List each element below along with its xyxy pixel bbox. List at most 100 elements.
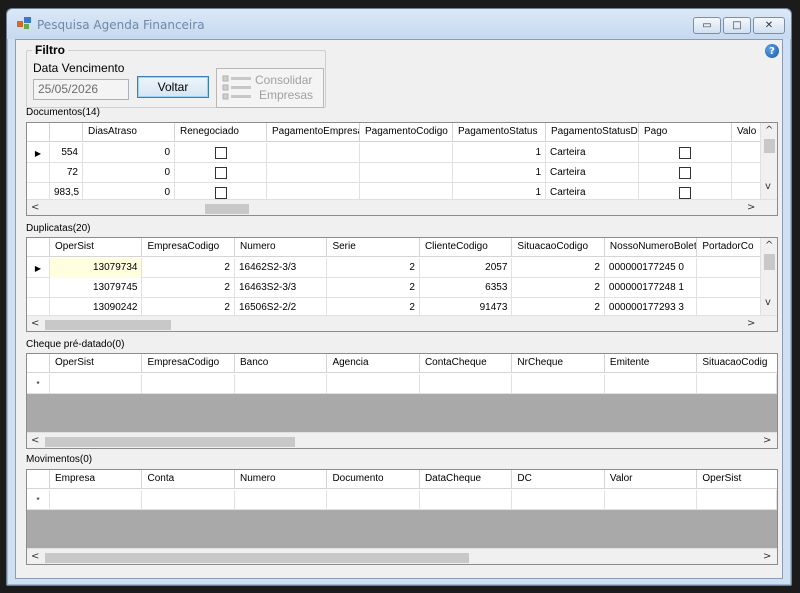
scroll-up-icon[interactable]: ^ [765, 125, 773, 136]
scroll-left-icon[interactable]: < [31, 318, 39, 329]
col-header[interactable]: Serie [327, 238, 420, 257]
cell[interactable]: 2 [512, 258, 605, 278]
col-header[interactable]: OperSist [697, 470, 777, 489]
col-header[interactable]: DC [512, 470, 605, 489]
cell[interactable]: 16463S2-3/3 [235, 278, 328, 298]
cell[interactable]: 0 [83, 163, 175, 183]
cell[interactable]: 000000177245 0 [605, 258, 698, 278]
scroll-thumb[interactable] [764, 139, 775, 153]
cell[interactable]: 1 [453, 163, 546, 183]
pago-checkbox[interactable] [639, 163, 732, 183]
table-row[interactable]: 72 0 1 Carteira [27, 163, 777, 183]
movimentos-grid[interactable]: Empresa Conta Numero Documento DataChequ… [26, 469, 778, 565]
table-row[interactable]: 13079745 2 16463S2-3/3 2 6353 2 00000017… [27, 278, 777, 298]
horizontal-scrollbar[interactable]: < > [27, 199, 777, 215]
cell[interactable]: 554 [50, 143, 83, 163]
documentos-grid[interactable]: DiasAtraso Renegociado PagamentoEmpresa … [26, 122, 778, 216]
col-header[interactable]: Numero [235, 238, 328, 257]
table-row[interactable]: ▶ 13079734 2 16462S2-3/3 2 2057 2 000000… [27, 258, 777, 278]
help-icon[interactable]: ? [765, 44, 779, 58]
vertical-scrollbar[interactable]: ^ v [760, 123, 777, 199]
scroll-left-icon[interactable]: < [31, 435, 39, 446]
minimize-button[interactable]: ▭ [693, 17, 721, 34]
cell[interactable]: Carteira [546, 143, 639, 163]
new-row[interactable]: * [27, 490, 777, 510]
scroll-thumb[interactable] [45, 320, 171, 330]
col-header[interactable]: PagamentoStatus [453, 123, 546, 142]
col-header[interactable]: PagamentoStatusD [546, 123, 639, 142]
col-header[interactable]: SituacaoCodig [697, 354, 777, 373]
date-vencimento-input[interactable]: 25/05/2026 [33, 79, 129, 100]
scroll-thumb[interactable] [205, 204, 249, 214]
scroll-right-icon[interactable]: > [763, 435, 771, 446]
cell[interactable]: 2 [327, 258, 420, 278]
col-header[interactable]: Emitente [605, 354, 698, 373]
duplicatas-grid[interactable]: OperSist EmpresaCodigo Numero Serie Clie… [26, 237, 778, 332]
cell[interactable]: 2 [512, 278, 605, 298]
col-header[interactable]: NrCheque [512, 354, 605, 373]
scroll-right-icon[interactable]: > [763, 551, 771, 562]
cell[interactable]: 1 [453, 143, 546, 163]
renegociado-checkbox[interactable] [175, 143, 267, 163]
cell[interactable]: 000000177248 1 [605, 278, 698, 298]
consolidar-label-2: Empresas [259, 88, 314, 102]
horizontal-scrollbar[interactable]: < > [27, 432, 777, 448]
horizontal-scrollbar[interactable]: < > [27, 315, 777, 331]
scroll-right-icon[interactable]: > [747, 318, 755, 329]
col-header[interactable]: SituacaoCodigo [512, 238, 605, 257]
col-header[interactable]: Numero [235, 470, 328, 489]
col-header[interactable]: OperSist [50, 354, 143, 373]
cell-selected[interactable]: 13079734 [50, 258, 143, 278]
scroll-right-icon[interactable]: > [747, 202, 755, 213]
vertical-scrollbar[interactable]: ^ v [760, 238, 777, 315]
col-header[interactable]: OperSist [50, 238, 143, 257]
scroll-thumb[interactable] [764, 254, 775, 270]
col-header[interactable]: DiasAtraso [83, 123, 175, 142]
consolidar-empresas-button[interactable]: Consolidar Empresas [216, 68, 324, 108]
table-row[interactable]: ▶ 554 0 1 Carteira [27, 143, 777, 163]
col-header[interactable]: EmpresaCodigo [142, 354, 235, 373]
close-button[interactable]: ✕ [753, 17, 785, 34]
new-row[interactable]: * [27, 374, 777, 394]
col-header[interactable]: Renegociado [175, 123, 267, 142]
col-header[interactable]: ClienteCodigo [420, 238, 513, 257]
cell[interactable]: 72 [50, 163, 83, 183]
scroll-left-icon[interactable]: < [31, 551, 39, 562]
client-area: Filtro Data Vencimento 25/05/2026 Voltar… [15, 39, 783, 579]
col-header[interactable]: EmpresaCodigo [142, 238, 235, 257]
renegociado-checkbox[interactable] [175, 163, 267, 183]
cell[interactable]: 16462S2-3/3 [235, 258, 328, 278]
col-header[interactable]: Pago [639, 123, 732, 142]
cell[interactable]: 13079745 [50, 278, 143, 298]
col-header[interactable]: Agencia [327, 354, 420, 373]
col-header[interactable]: Documento [327, 470, 420, 489]
cell[interactable]: 0 [83, 143, 175, 163]
cheque-grid[interactable]: OperSist EmpresaCodigo Banco Agencia Con… [26, 353, 778, 449]
col-header[interactable]: Banco [235, 354, 328, 373]
pago-checkbox[interactable] [639, 143, 732, 163]
cell[interactable]: 2057 [420, 258, 513, 278]
cell[interactable]: 2 [142, 258, 235, 278]
scroll-down-icon[interactable]: v [765, 297, 771, 308]
scroll-thumb[interactable] [45, 437, 295, 447]
scroll-thumb[interactable] [45, 553, 469, 563]
col-header[interactable]: PagamentoCodigo [360, 123, 453, 142]
col-header[interactable]: Conta [142, 470, 235, 489]
maximize-button[interactable]: □ [723, 17, 751, 34]
scroll-down-icon[interactable]: v [765, 181, 771, 192]
cell[interactable]: 2 [142, 278, 235, 298]
col-header[interactable]: PagamentoEmpresa [267, 123, 360, 142]
scroll-left-icon[interactable]: < [31, 202, 39, 213]
cell[interactable]: Carteira [546, 163, 639, 183]
voltar-button[interactable]: Voltar [137, 76, 209, 98]
col-header[interactable]: NossoNumeroBolet [605, 238, 698, 257]
grid-empty-area [27, 510, 777, 548]
col-header[interactable]: Empresa [50, 470, 143, 489]
col-header[interactable]: Valor [605, 470, 698, 489]
scroll-up-icon[interactable]: ^ [765, 240, 773, 251]
col-header[interactable]: ContaCheque [420, 354, 513, 373]
cell[interactable]: 2 [327, 278, 420, 298]
cell[interactable]: 6353 [420, 278, 513, 298]
col-header[interactable]: DataCheque [420, 470, 513, 489]
horizontal-scrollbar[interactable]: < > [27, 548, 777, 564]
